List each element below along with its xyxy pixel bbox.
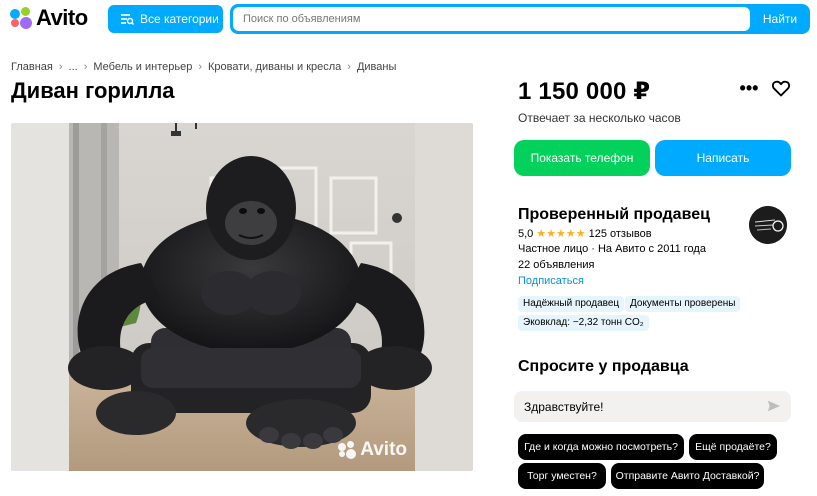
- seller-avatar-icon: [749, 206, 787, 244]
- watermark-text: Avito: [360, 439, 407, 460]
- all-categories-label: Все категории: [140, 12, 219, 26]
- all-categories-button[interactable]: Все категории: [108, 5, 223, 33]
- rating-stars-icon: ★★★★★: [536, 228, 586, 240]
- seller-type: Частное лицо · На Авито с 2011 года: [518, 243, 706, 255]
- breadcrumb-item-furniture[interactable]: Мебель и интерьер: [93, 61, 192, 73]
- show-phone-button[interactable]: Показать телефон: [514, 140, 650, 176]
- quick-question-negotiable[interactable]: Торг уместен?: [518, 463, 606, 489]
- avito-logo-icon: [10, 7, 32, 29]
- breadcrumb-item-ellipsis[interactable]: ...: [69, 61, 78, 73]
- seller-name[interactable]: Проверенный продавец: [518, 206, 710, 224]
- breadcrumb: Главная › ... › Мебель и интерьер › Кров…: [11, 61, 396, 73]
- search-button[interactable]: Найти: [750, 4, 810, 34]
- badge-reliable-seller[interactable]: Надёжный продавец: [518, 296, 625, 312]
- breadcrumb-separator: ›: [347, 61, 351, 73]
- listing-title: Диван горилла: [11, 78, 175, 103]
- write-message-button[interactable]: Написать: [655, 140, 791, 176]
- message-box: [514, 391, 791, 422]
- breadcrumb-separator: ›: [83, 61, 88, 73]
- gorilla-sofa-illustration: [11, 123, 473, 471]
- badge-eco-contribution[interactable]: Эковклад: −2,32 тонн CO₂: [518, 315, 649, 331]
- seller-rating[interactable]: 5,0 ★★★★★ 125 отзывов: [518, 227, 652, 241]
- avito-logo[interactable]: Avito: [10, 5, 88, 30]
- message-input[interactable]: [524, 397, 754, 416]
- header: Avito Все категории Найти: [0, 0, 817, 36]
- breadcrumb-separator: ›: [58, 61, 63, 73]
- subscribe-link[interactable]: Подписаться: [518, 275, 584, 287]
- quick-question-still-selling[interactable]: Ещё продаёте?: [689, 434, 777, 460]
- price: 1 150 000 ₽: [518, 78, 651, 105]
- send-icon[interactable]: [767, 399, 781, 413]
- avito-watermark-icon: [338, 441, 357, 459]
- favorite-heart-icon[interactable]: [771, 78, 791, 98]
- listing-photo[interactable]: Avito: [11, 123, 473, 471]
- search-bar: Найти: [230, 4, 810, 34]
- breadcrumb-item-home[interactable]: Главная: [11, 61, 53, 73]
- seller-avatar[interactable]: [749, 206, 787, 244]
- breadcrumb-separator: ›: [198, 61, 203, 73]
- search-input[interactable]: [233, 7, 750, 31]
- reviews-count: 125 отзывов: [588, 227, 652, 240]
- seller-ads-count[interactable]: 22 объявления: [518, 259, 594, 271]
- ask-seller-title: Спросите у продавца: [518, 358, 689, 375]
- breadcrumb-item-sofas[interactable]: Диваны: [357, 61, 396, 73]
- more-options-icon[interactable]: •••: [737, 78, 761, 98]
- reply-time: Отвечает за несколько часов: [518, 111, 681, 125]
- badge-documents-verified[interactable]: Документы проверены: [625, 296, 741, 312]
- quick-question-delivery[interactable]: Отправите Авито Доставкой?: [611, 463, 764, 489]
- quick-question-where-when[interactable]: Где и когда можно посмотреть?: [518, 434, 684, 460]
- avito-watermark: Avito: [338, 439, 407, 461]
- logo-text: Avito: [36, 5, 88, 30]
- categories-icon: [121, 14, 134, 25]
- rating-value: 5,0: [518, 227, 534, 240]
- breadcrumb-item-beds-sofas[interactable]: Кровати, диваны и кресла: [208, 61, 341, 73]
